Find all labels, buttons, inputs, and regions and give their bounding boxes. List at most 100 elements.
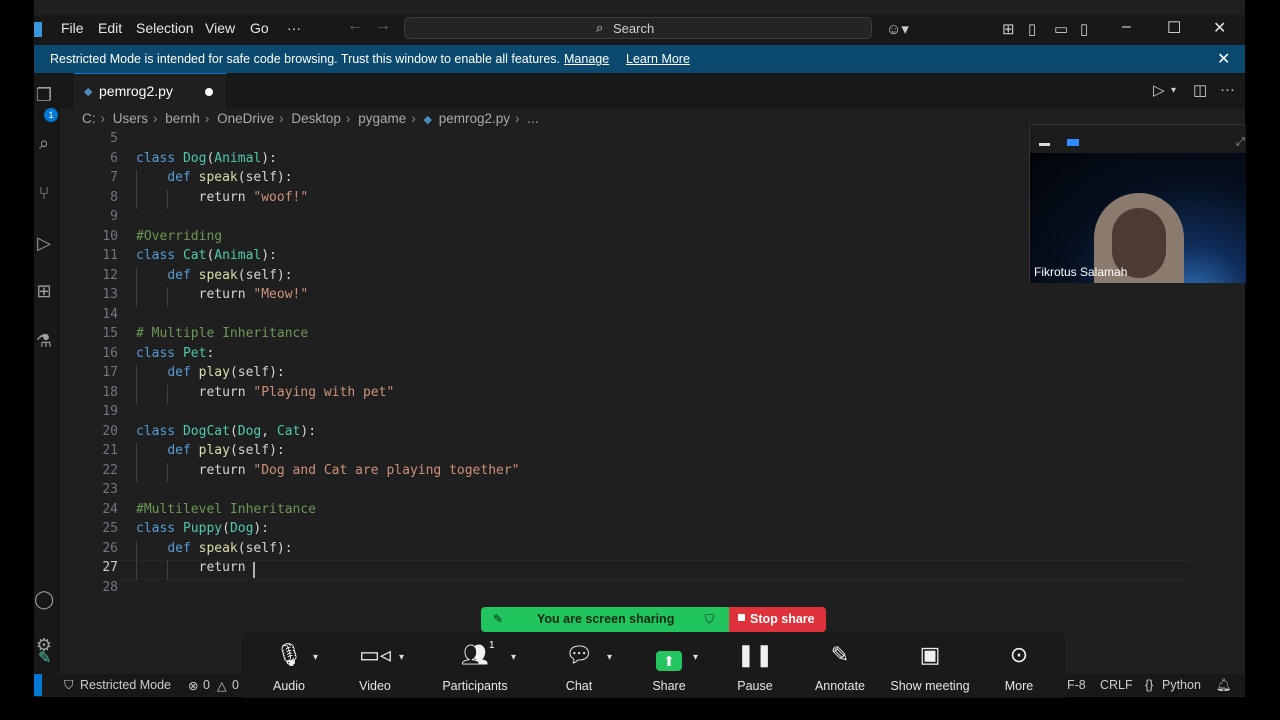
code-token: "woof!" bbox=[253, 189, 309, 205]
source-control-icon[interactable]: ⑂ bbox=[34, 183, 54, 205]
code-line[interactable]: 23 bbox=[60, 482, 1200, 502]
annotate-pencil-icon[interactable]: ✎ bbox=[38, 648, 51, 668]
code-line[interactable]: 21 def play(self): bbox=[60, 443, 1200, 463]
split-editor-icon[interactable]: ◫ bbox=[1193, 81, 1207, 99]
video-options-chevron-icon[interactable]: ▾ bbox=[399, 652, 404, 663]
code-line[interactable]: 16 class Pet: bbox=[60, 346, 1200, 366]
minimize-icon[interactable]: – bbox=[1122, 18, 1131, 36]
remote-indicator[interactable] bbox=[34, 674, 42, 696]
warning-count[interactable]: 0 bbox=[232, 678, 239, 692]
code-line[interactable]: 13 return "Meow!" bbox=[60, 287, 1200, 307]
expand-icon[interactable]: ⤢ bbox=[1236, 136, 1245, 149]
encoding-status[interactable]: F-8 bbox=[1067, 678, 1086, 692]
breadcrumb-item[interactable]: pygame bbox=[358, 111, 406, 126]
tab-pemrog2[interactable]: ◆ pemrog2.py bbox=[74, 73, 226, 109]
search-view-icon[interactable]: ⌕ bbox=[34, 133, 54, 155]
line-number: 18 bbox=[102, 384, 118, 400]
close-window-icon[interactable]: ✕ bbox=[1213, 18, 1226, 38]
line-number: 22 bbox=[102, 462, 118, 478]
extensions-icon[interactable]: ⊞ bbox=[34, 281, 54, 303]
toggle-sidebar-icon[interactable]: ▯ bbox=[1028, 20, 1036, 38]
indent-guide bbox=[136, 365, 137, 404]
customize-layout-icon[interactable]: ⊞ bbox=[1002, 20, 1015, 38]
pause-button[interactable]: ❚❚ Pause bbox=[730, 632, 780, 698]
back-arrow-icon[interactable]: ← bbox=[347, 17, 363, 35]
run-python-icon[interactable]: ▷ bbox=[1153, 81, 1165, 99]
text-cursor bbox=[253, 562, 256, 578]
menu-more[interactable]: ··· bbox=[287, 20, 301, 36]
code-line[interactable]: 18 return "Playing with pet" bbox=[60, 385, 1200, 405]
notifications-bell-icon[interactable]: 🔔︎ bbox=[1216, 678, 1232, 693]
language-status[interactable]: Python bbox=[1162, 678, 1201, 692]
command-search-box[interactable]: ⌕ Search bbox=[404, 17, 872, 39]
drag-handle-icon[interactable]: ✎ bbox=[493, 612, 503, 626]
breadcrumb-item[interactable]: pemrog2.py bbox=[439, 111, 510, 126]
forward-arrow-icon[interactable]: → bbox=[375, 17, 391, 35]
stop-icon bbox=[738, 614, 745, 621]
code-line[interactable]: 27 return bbox=[60, 560, 1200, 580]
menu-view[interactable]: View bbox=[205, 20, 235, 36]
maximize-icon[interactable]: ☐ bbox=[1167, 18, 1181, 38]
chat-button[interactable]: 💬︎ Chat bbox=[554, 632, 604, 698]
code-line[interactable]: 24 #Multilevel Inheritance bbox=[60, 502, 1200, 522]
copilot-icon[interactable]: ☺▾ bbox=[886, 20, 909, 38]
breadcrumb-item[interactable]: C: bbox=[82, 111, 96, 126]
breadcrumb-item[interactable]: ... bbox=[527, 111, 538, 126]
restricted-mode-status[interactable]: Restricted Mode bbox=[80, 678, 171, 692]
breadcrumb-item[interactable]: OneDrive bbox=[217, 111, 274, 126]
banner-manage-link[interactable]: Manage bbox=[564, 52, 609, 66]
banner-close-icon[interactable]: ✕ bbox=[1217, 49, 1230, 69]
more-actions-icon[interactable]: ··· bbox=[1220, 81, 1235, 98]
share-options-chevron-icon[interactable]: ▾ bbox=[693, 652, 698, 663]
error-count[interactable]: 0 bbox=[203, 678, 210, 692]
more-button[interactable]: ⊙ More bbox=[994, 632, 1044, 698]
run-debug-icon[interactable]: ▷ bbox=[34, 233, 54, 255]
audio-button[interactable]: 🎙︎ Audio bbox=[264, 632, 314, 698]
breadcrumb-item[interactable]: bernh bbox=[165, 111, 200, 126]
menu-go[interactable]: Go bbox=[250, 20, 269, 36]
toggle-panel-icon[interactable]: ▭ bbox=[1054, 20, 1068, 38]
code-line[interactable]: 26 def speak(self): bbox=[60, 541, 1200, 561]
run-dropdown-icon[interactable]: ▾ bbox=[1171, 85, 1176, 96]
line-number: 5 bbox=[110, 131, 118, 146]
toggle-secondary-sidebar-icon[interactable]: ▯ bbox=[1080, 20, 1088, 38]
code-text: #Overriding bbox=[136, 229, 222, 244]
breadcrumb-item[interactable]: Desktop bbox=[291, 111, 341, 126]
participants-options-chevron-icon[interactable]: ▾ bbox=[511, 652, 516, 663]
code-token: ): bbox=[261, 248, 277, 263]
video-button[interactable]: ▭◃ Video bbox=[350, 632, 400, 698]
testing-icon[interactable]: ⚗ bbox=[34, 331, 54, 353]
show-meeting-button[interactable]: ▣ Show meeting bbox=[885, 632, 975, 698]
code-line[interactable]: 22 return "Dog and Cat are playing toget… bbox=[60, 463, 1200, 483]
breadcrumb-item[interactable]: Users bbox=[113, 111, 148, 126]
menu-selection[interactable]: Selection bbox=[136, 20, 194, 36]
video-view-icon[interactable] bbox=[1067, 139, 1079, 146]
menu-file[interactable]: File bbox=[61, 20, 84, 36]
code-line[interactable]: 14 bbox=[60, 307, 1200, 327]
code-line[interactable]: 17 def play(self): bbox=[60, 365, 1200, 385]
eol-status[interactable]: CRLF bbox=[1100, 678, 1133, 692]
banner-learn-more-link[interactable]: Learn More bbox=[626, 52, 690, 66]
share-button[interactable]: ⬆ Share bbox=[644, 632, 694, 698]
accounts-icon[interactable]: ◯ bbox=[34, 589, 54, 611]
pause-label: Pause bbox=[737, 679, 773, 693]
annotate-button[interactable]: ✎ Annotate bbox=[810, 632, 870, 698]
code-line[interactable]: 20 class DogCat(Dog, Cat): bbox=[60, 424, 1200, 444]
code-token: return bbox=[136, 189, 254, 205]
participants-button[interactable]: 👥︎ Participants bbox=[435, 632, 515, 698]
line-number: 16 bbox=[102, 345, 118, 361]
code-line[interactable]: 25 class Puppy(Dog): bbox=[60, 521, 1200, 541]
stop-share-button[interactable]: Stop share bbox=[729, 607, 826, 632]
chat-options-chevron-icon[interactable]: ▾ bbox=[607, 652, 612, 663]
audio-options-chevron-icon[interactable]: ▾ bbox=[313, 652, 318, 663]
unsaved-dot-icon[interactable] bbox=[205, 88, 213, 96]
menu-edit[interactable]: Edit bbox=[98, 20, 122, 36]
code-line[interactable]: 15 # Multiple Inheritance bbox=[60, 326, 1200, 346]
code-text: def speak(self): bbox=[136, 268, 292, 283]
zoom-video-panel[interactable]: ⤢ Fikrotus Salamah bbox=[1029, 124, 1246, 283]
code-line[interactable]: 28 bbox=[60, 580, 1200, 600]
minimize-video-icon[interactable] bbox=[1039, 143, 1050, 146]
explorer-icon[interactable]: ❐ 1 bbox=[34, 85, 58, 122]
code-line[interactable]: 19 bbox=[60, 404, 1200, 424]
